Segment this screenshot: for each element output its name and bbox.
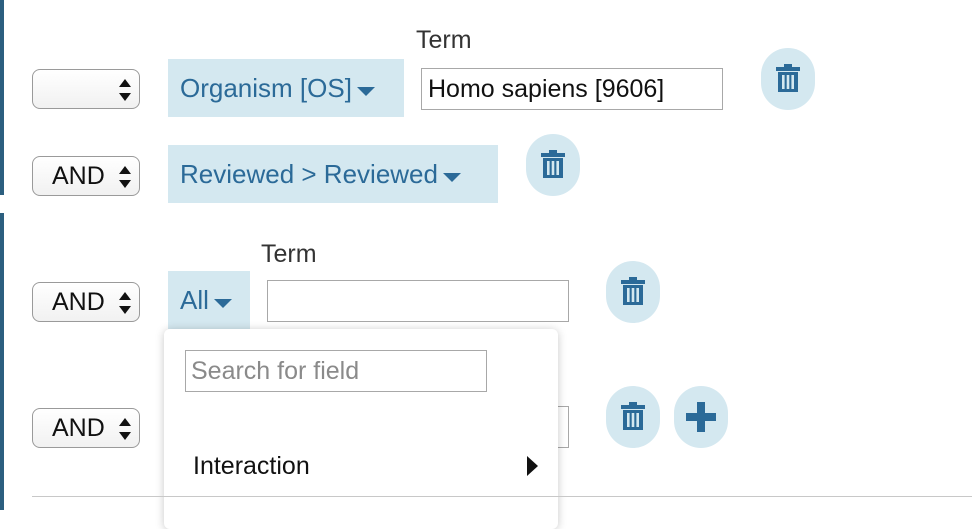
- plus-icon: [686, 402, 716, 432]
- row-2-delete-button[interactable]: [526, 134, 580, 196]
- row-1-field-label: Organism [OS]: [180, 72, 352, 103]
- row-1-term-input[interactable]: Homo sapiens [9606]: [421, 68, 723, 110]
- row-3-term-label: Term: [261, 240, 317, 268]
- row-3-operator-select[interactable]: AND: [32, 282, 140, 322]
- row-4-operator-value: AND: [52, 413, 105, 442]
- trash-icon: [541, 150, 565, 178]
- select-arrows-icon: [119, 165, 131, 189]
- row-2-field-label: Reviewed > Reviewed: [180, 158, 438, 189]
- row-1-term-value: Homo sapiens [9606]: [428, 74, 665, 103]
- row-4-operator-select[interactable]: AND: [32, 408, 140, 448]
- select-arrows-icon: [119, 417, 131, 441]
- row-1-operator-select[interactable]: [32, 69, 140, 109]
- caret-down-icon: [442, 172, 461, 182]
- row-2-field-button[interactable]: Reviewed > Reviewed: [168, 145, 498, 203]
- submenu-arrow-icon: [527, 456, 538, 476]
- row-1-delete-button[interactable]: [761, 48, 815, 110]
- row-3-field-label: All: [180, 284, 209, 315]
- caret-down-icon: [356, 86, 375, 96]
- row-4-delete-button[interactable]: [606, 386, 660, 448]
- row-1-term-label: Term: [416, 26, 472, 54]
- trash-icon: [621, 277, 645, 305]
- select-arrows-icon: [119, 291, 131, 315]
- caret-down-icon: [213, 298, 232, 308]
- sidebar-edge: [0, 0, 4, 510]
- field-dropdown: Interaction: [164, 329, 558, 529]
- dropdown-item-interaction[interactable]: Interaction: [193, 448, 538, 484]
- row-1-field-button[interactable]: Organism [OS]: [168, 59, 404, 117]
- row-3-term-input[interactable]: [267, 280, 569, 322]
- row-2-operator-value: AND: [52, 161, 105, 190]
- row-3-field-button[interactable]: All: [168, 271, 250, 329]
- dropdown-item-label: Interaction: [193, 452, 310, 480]
- sidebar-edge-notch: [0, 195, 7, 213]
- field-search-input[interactable]: [185, 350, 487, 392]
- row-3-delete-button[interactable]: [606, 261, 660, 323]
- row-2-operator-select[interactable]: AND: [32, 156, 140, 196]
- add-row-button[interactable]: [674, 386, 728, 448]
- row-3-operator-value: AND: [52, 287, 105, 316]
- divider: [32, 496, 972, 497]
- trash-icon: [621, 402, 645, 430]
- trash-icon: [776, 64, 800, 92]
- select-arrows-icon: [119, 78, 131, 102]
